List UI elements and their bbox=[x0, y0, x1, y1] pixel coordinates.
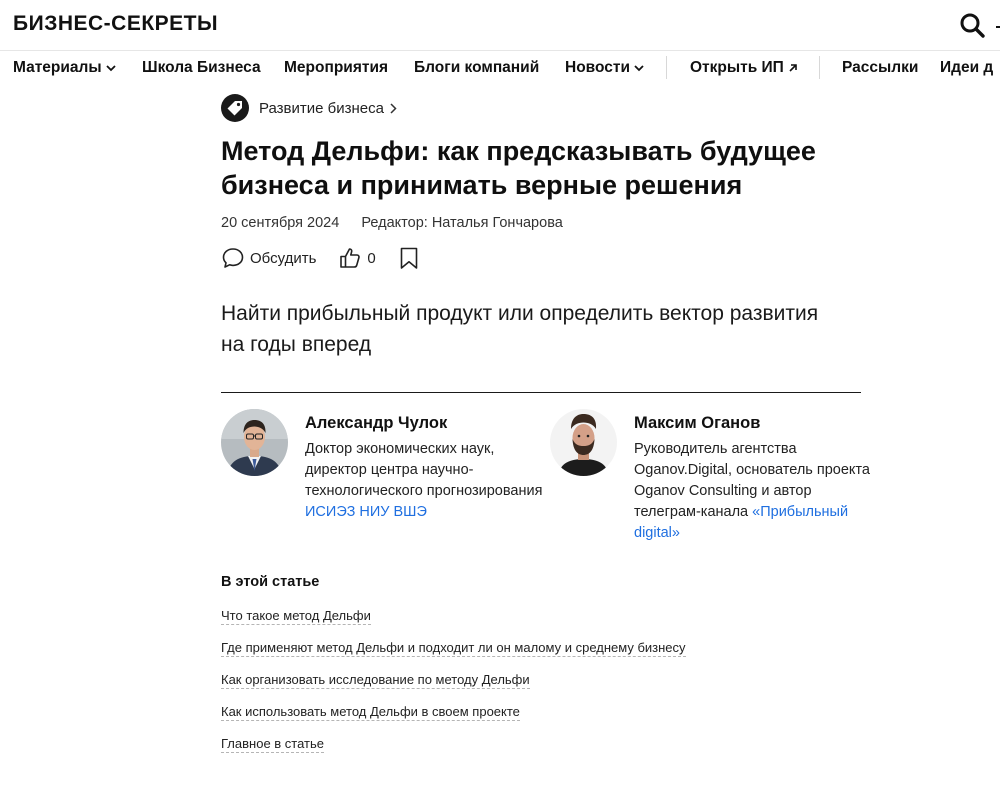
nav-item-ideas[interactable]: Идеи д bbox=[940, 59, 993, 77]
publish-date: 20 сентября 2024 bbox=[221, 215, 340, 231]
toc-title: В этой статье bbox=[221, 574, 320, 590]
toc-item[interactable]: Главное в статье bbox=[221, 736, 325, 753]
nav-item-label: Новости bbox=[565, 59, 630, 76]
nav-divider bbox=[819, 56, 820, 79]
article-meta: 20 сентября 2024 Редактор: Наталья Гонча… bbox=[221, 215, 563, 231]
expert-name: Максим Оганов bbox=[634, 414, 761, 432]
nav-divider bbox=[666, 56, 667, 79]
bookmark-button[interactable] bbox=[398, 246, 420, 270]
chevron-down-icon bbox=[106, 65, 116, 72]
like-button[interactable]: 0 bbox=[338, 246, 376, 270]
site-logo[interactable]: БИЗНЕС-СЕКРЕТЫ bbox=[13, 12, 218, 36]
rubric-label: Развитие бизнеса bbox=[259, 99, 384, 117]
nav-item-news[interactable]: Новости bbox=[565, 59, 644, 77]
article-actions: Обсудить 0 bbox=[221, 244, 420, 272]
editor-credit: Редактор: Наталья Гончарова bbox=[361, 215, 563, 231]
rubric-link[interactable]: Развитие бизнеса bbox=[221, 94, 397, 122]
likes-count: 0 bbox=[367, 249, 376, 267]
toc-item[interactable]: Как использовать метод Дельфи в своем пр… bbox=[221, 704, 520, 721]
discuss-button[interactable]: Обсудить bbox=[221, 246, 316, 270]
menu-edge-icon bbox=[996, 26, 1000, 28]
expert-bio-text: Доктор экономических наук, директор цент… bbox=[305, 441, 543, 499]
search-button[interactable] bbox=[958, 11, 988, 41]
site-header: БИЗНЕС-СЕКРЕТЫ bbox=[0, 0, 1000, 51]
section-divider bbox=[221, 392, 861, 393]
nav-item-newsletters[interactable]: Рассылки bbox=[842, 59, 918, 77]
expert-info: Александр Чулок Доктор экономических нау… bbox=[305, 414, 545, 523]
nav-item-label: Идеи д bbox=[940, 59, 994, 76]
nav-item-label: Блоги компаний bbox=[414, 59, 540, 76]
expert-name: Александр Чулок bbox=[305, 414, 448, 432]
article-lead: Найти прибыльный продукт или определить … bbox=[221, 302, 819, 356]
nav-item-open-ip[interactable]: Открыть ИП bbox=[690, 59, 798, 77]
chevron-down-icon bbox=[634, 65, 644, 72]
nav-item-events[interactable]: Мероприятия bbox=[284, 59, 388, 77]
thumbs-up-icon bbox=[340, 248, 361, 268]
toc-item[interactable]: Что такое метод Дельфи bbox=[221, 608, 371, 625]
chevron-right-icon bbox=[390, 102, 397, 114]
toc-item[interactable]: Как организовать исследование по методу … bbox=[221, 672, 530, 689]
comment-icon bbox=[222, 248, 244, 268]
main-nav: Материалы Школа Бизнеса Мероприятия Блог… bbox=[0, 51, 1000, 85]
toc-item[interactable]: Где применяют метод Дельфи и подходит ли… bbox=[221, 640, 686, 657]
nav-item-label: Материалы bbox=[13, 59, 102, 76]
tag-icon bbox=[221, 94, 249, 122]
nav-item-school[interactable]: Школа Бизнеса bbox=[142, 59, 261, 77]
avatar bbox=[550, 409, 617, 476]
nav-item-blogs[interactable]: Блоги компаний bbox=[414, 59, 539, 77]
expert-bio: Руководитель агентства Oganov.Digital, о… bbox=[634, 439, 874, 544]
article-title: Метод Дельфи: как предсказывать будущее … bbox=[221, 136, 816, 200]
nav-item-label: Школа Бизнеса bbox=[142, 59, 261, 76]
expert-bio: Доктор экономических наук, директор цент… bbox=[305, 439, 545, 523]
bookmark-icon bbox=[400, 247, 418, 269]
nav-item-materials[interactable]: Материалы bbox=[13, 59, 116, 77]
nav-item-label: Мероприятия bbox=[284, 59, 389, 76]
avatar bbox=[221, 409, 288, 476]
external-arrow-icon bbox=[789, 64, 797, 72]
nav-item-label: Рассылки bbox=[842, 59, 919, 76]
nav-item-label: Открыть ИП bbox=[690, 59, 784, 76]
expert-org-link[interactable]: ИСИЭЗ НИУ ВШЭ bbox=[305, 504, 427, 520]
search-icon bbox=[960, 13, 985, 38]
expert-info: Максим Оганов Руководитель агентства Oga… bbox=[634, 414, 874, 544]
discuss-label: Обсудить bbox=[250, 249, 317, 267]
